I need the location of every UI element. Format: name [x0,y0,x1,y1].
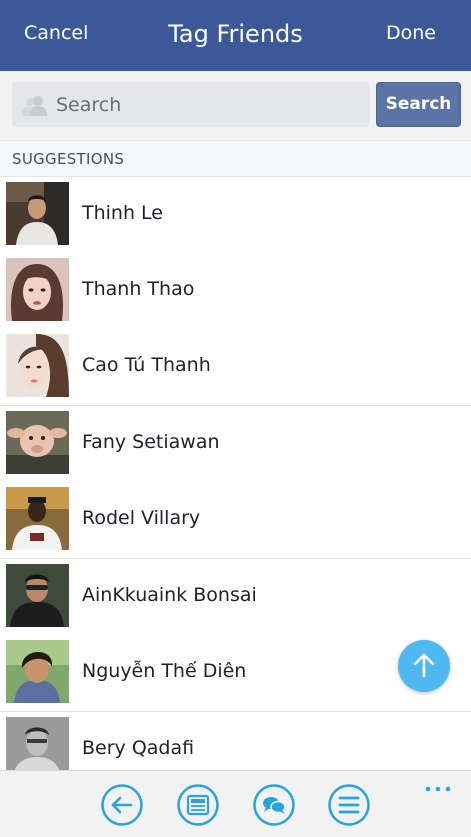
scroll-to-top-button[interactable] [398,640,450,692]
done-button[interactable]: Done [386,22,436,44]
more-options-button[interactable] [424,779,452,792]
chat-button[interactable] [252,783,296,827]
back-arrow-icon [101,784,143,826]
list-item[interactable]: Thanh Thao [0,253,471,330]
more-dots-icon [425,786,451,792]
header-bar: Cancel Tag Friends Done [0,0,471,71]
avatar [6,182,69,245]
avatar [6,564,69,627]
friend-name: AinKkuaink Bonsai [82,584,257,606]
list-item[interactable]: AinKkuaink Bonsai [0,559,471,636]
list-item[interactable]: Fany Setiawan [0,406,471,483]
news-feed-icon [177,784,219,826]
friend-name: Rodel Villary [82,507,201,529]
avatar [6,487,69,550]
app-bar [0,770,471,837]
list-item[interactable]: Thinh Le [0,177,471,254]
list-item[interactable]: Rodel Villary [0,482,471,559]
friend-name: Nguyễn Thế Diên [82,660,247,682]
list-item[interactable]: Bery Qadafi [0,712,471,770]
menu-icon [328,784,370,826]
search-input[interactable]: Search [12,82,370,127]
friend-name: Thinh Le [82,202,163,224]
friend-name: Bery Qadafi [82,737,195,759]
friend-name: Fany Setiawan [82,431,220,453]
avatar [6,717,69,770]
list-item[interactable]: Cao Tú Thanh [0,329,471,406]
search-bar: Search Search [0,71,471,140]
chat-icon [253,784,295,826]
arrow-up-icon [413,653,435,678]
avatar [6,640,69,703]
person-silhouette-icon [22,96,47,116]
search-placeholder: Search [56,94,122,116]
avatar [6,411,69,474]
back-button[interactable] [100,783,144,827]
search-button[interactable]: Search [376,82,461,127]
menu-button[interactable] [327,783,371,827]
avatar [6,334,69,397]
section-header-suggestions: SUGGESTIONS [0,140,471,177]
news-feed-button[interactable] [176,783,220,827]
friend-name: Thanh Thao [82,278,195,300]
friend-name: Cao Tú Thanh [82,354,211,376]
avatar [6,258,69,321]
